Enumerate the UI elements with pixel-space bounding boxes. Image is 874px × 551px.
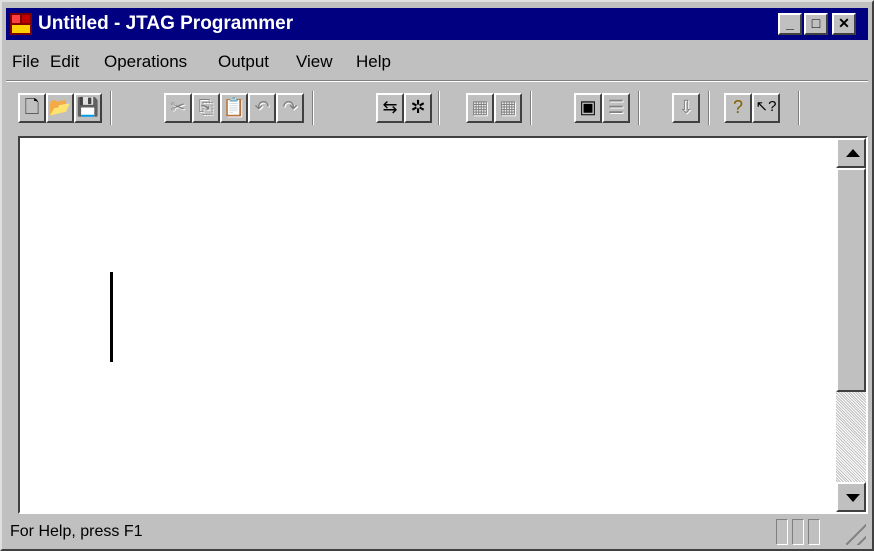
scroll-down-button[interactable] [836,482,866,512]
app-window: Untitled - JTAG Programmer _ □ ✕ File Ed… [0,0,874,551]
toolbar-separator [708,91,710,125]
redo-icon[interactable]: ↷ [276,93,304,123]
menu-file[interactable]: File [12,52,39,72]
scroll-thumb[interactable] [836,168,866,392]
bug-icon[interactable]: ✲ [404,93,432,123]
toolbar: 🗋 📂 💾 ✂ ⎘ 📋 ↶ ↷ ⇆ ✲ ▦ ▦ ▣ ☰ ⇩ ? ↖? [6,80,868,137]
toolbar-separator [312,91,314,125]
menu-view[interactable]: View [296,52,333,72]
minimize-button[interactable]: _ [778,13,802,35]
cut-icon[interactable]: ✂ [164,93,192,123]
toolbar-separator [638,91,640,125]
status-pane [792,519,804,545]
menu-edit[interactable]: Edit [50,52,79,72]
paste-icon[interactable]: 📋 [220,93,248,123]
status-pane [776,519,788,545]
menu-bar: File Edit Operations Output View Help [6,46,868,78]
chevron-down-icon [846,494,860,502]
grid-small-icon[interactable]: ▦ [494,93,522,123]
text-caret [110,272,113,362]
save-icon[interactable]: 💾 [74,93,102,123]
chain-icon[interactable]: ⇆ [376,93,404,123]
toolbar-separator [438,91,440,125]
undo-icon[interactable]: ↶ [248,93,276,123]
menu-output[interactable]: Output [218,52,269,72]
status-pane [808,519,820,545]
menu-help[interactable]: Help [356,52,391,72]
toolbar-separator [110,91,112,125]
status-bar: For Help, press F1 [6,517,868,547]
help-icon[interactable]: ? [724,93,752,123]
menu-operations[interactable]: Operations [104,52,187,72]
grid-large-icon[interactable]: ▦ [466,93,494,123]
chip-icon[interactable]: ▣ [574,93,602,123]
status-text: For Help, press F1 [10,523,143,540]
resize-grip-icon[interactable] [844,523,866,545]
scroll-up-button[interactable] [836,138,866,168]
jtag-app-icon[interactable] [10,13,32,35]
document-area[interactable] [18,136,868,514]
new-file-icon[interactable]: 🗋 [18,93,46,123]
open-folder-icon[interactable]: 📂 [46,93,74,123]
copy-icon[interactable]: ⎘ [192,93,220,123]
chevron-up-icon [846,149,860,157]
vertical-scrollbar[interactable] [836,138,866,512]
context-help-icon[interactable]: ↖? [752,93,780,123]
close-button[interactable]: ✕ [832,13,856,35]
title-bar[interactable]: Untitled - JTAG Programmer _ □ ✕ [6,8,868,40]
properties-icon[interactable]: ☰ [602,93,630,123]
window-title: Untitled - JTAG Programmer [38,13,294,34]
download-icon[interactable]: ⇩ [672,93,700,123]
toolbar-separator [530,91,532,125]
maximize-button[interactable]: □ [804,13,828,35]
toolbar-separator [798,91,800,125]
